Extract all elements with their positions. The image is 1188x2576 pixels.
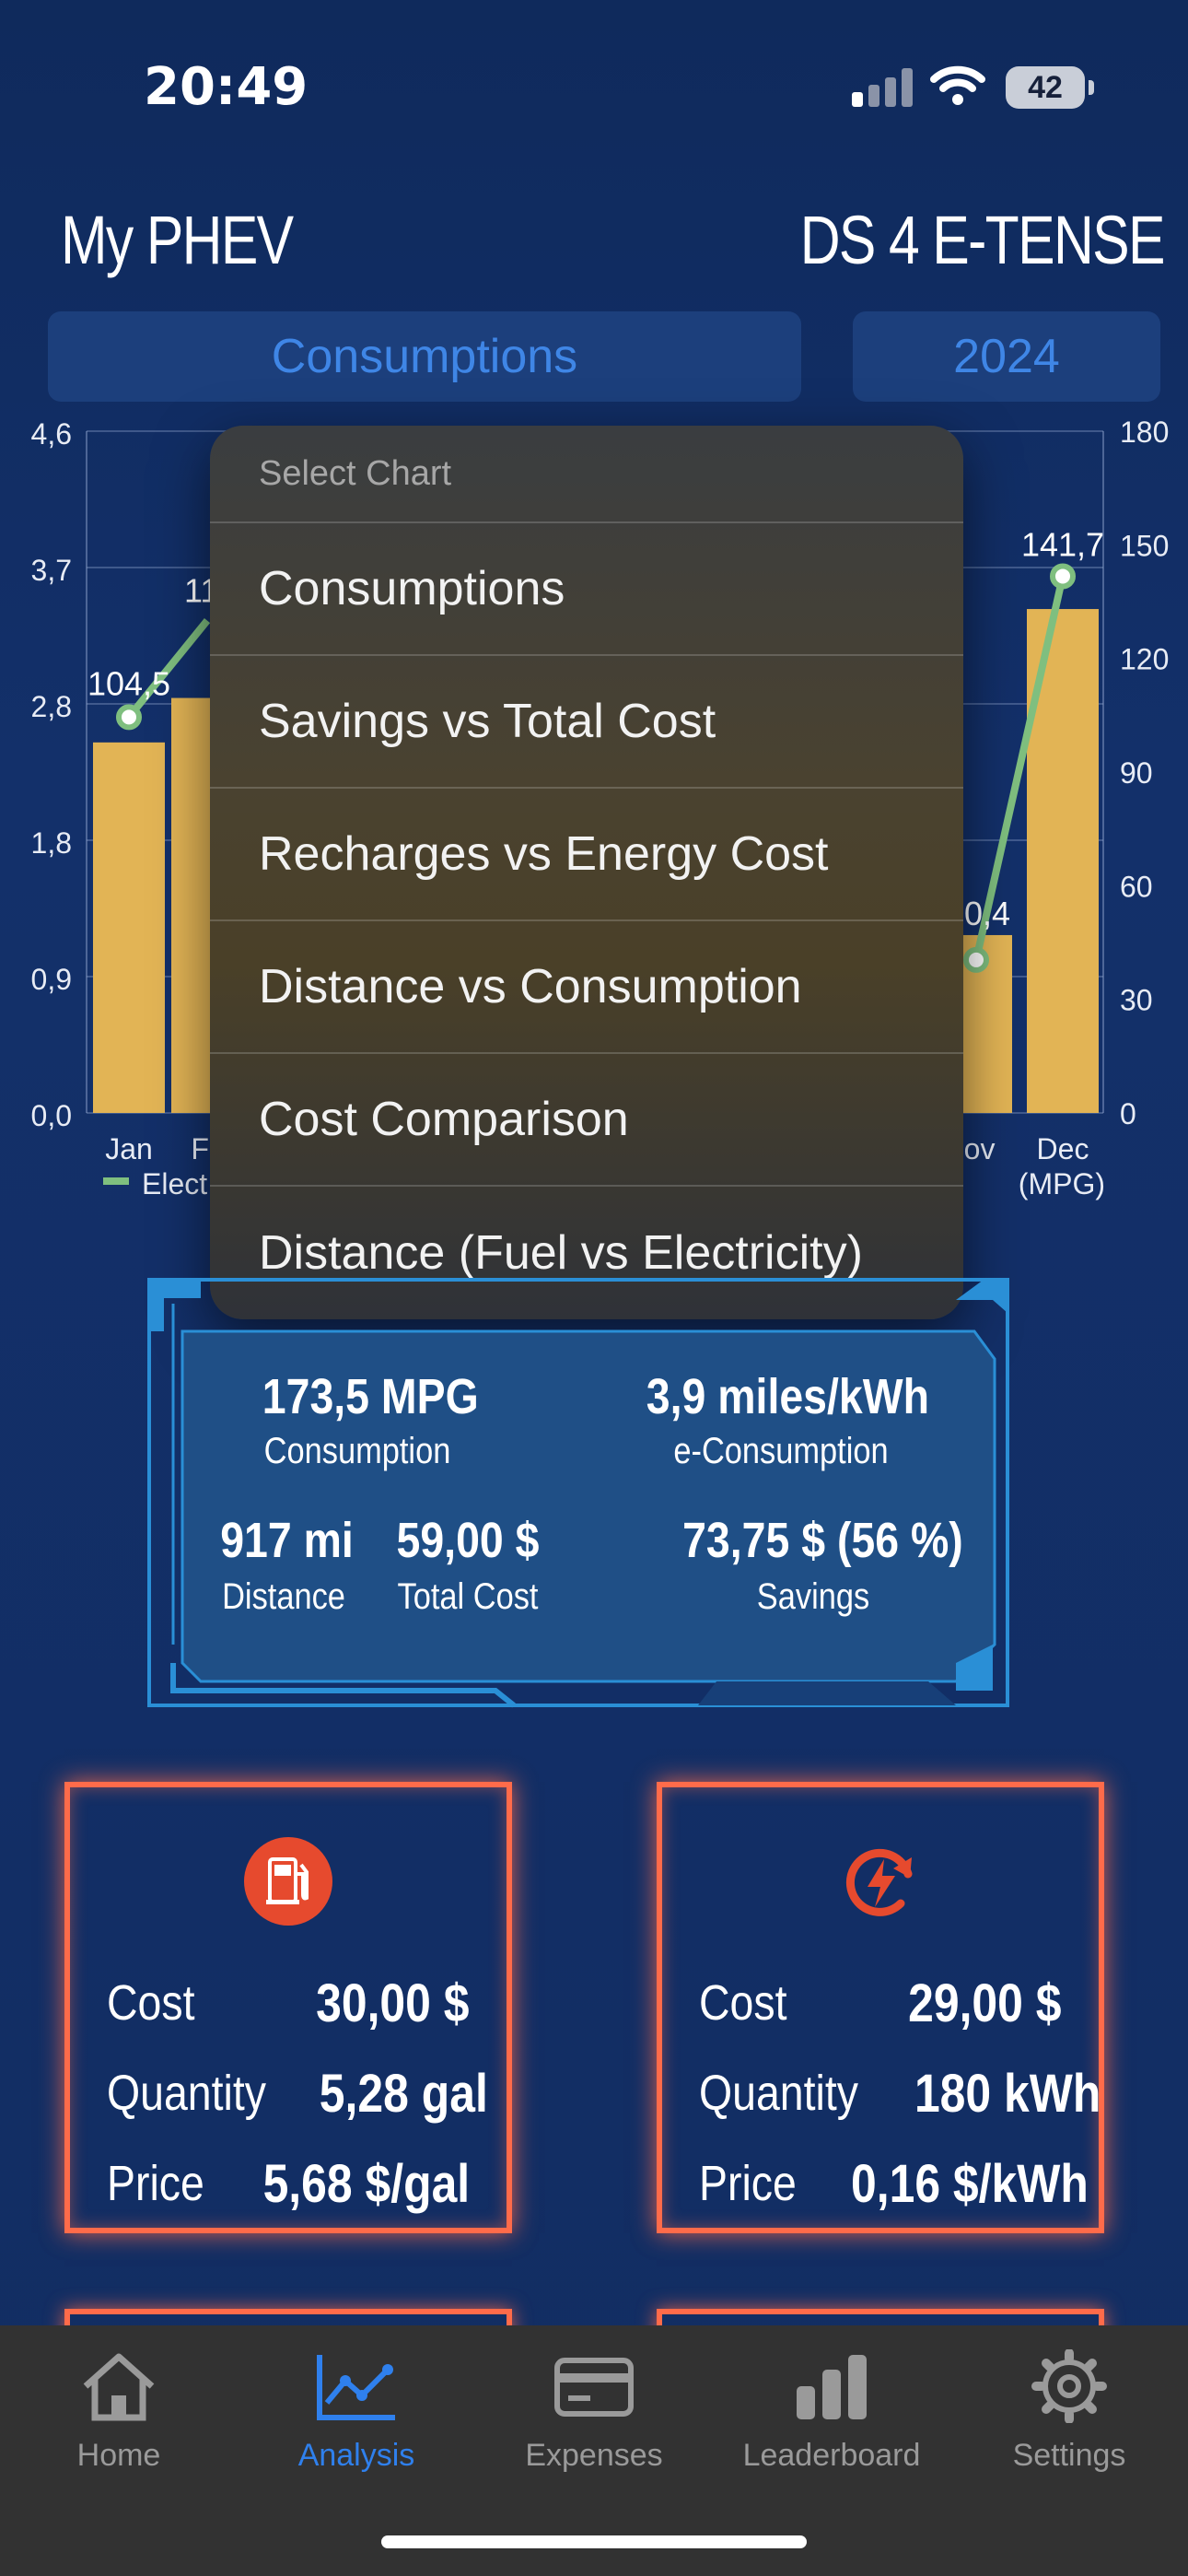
cellular-signal-icon — [852, 66, 913, 107]
electric-price-row: Price 0,16 $/kWh — [699, 2147, 1089, 2220]
menu-item-savings-vs-total-cost[interactable]: Savings vs Total Cost — [210, 656, 963, 789]
fuel-cost-row: Cost 30,00 $ — [107, 1966, 470, 2040]
fuel-cost-value: 30,00 $ — [316, 1973, 470, 2033]
savings-value: 73,75 $ (56 %) — [682, 1513, 963, 1568]
battery-indicator: 42 — [1006, 66, 1094, 109]
legend-entry: (MPG) — [1019, 1167, 1105, 1200]
legend-swatch — [103, 1177, 129, 1185]
distance-value: 917 mi — [220, 1513, 354, 1568]
tab-expenses[interactable]: Expenses — [475, 2349, 713, 2474]
credit-card-icon — [554, 2358, 634, 2417]
chart-point — [116, 704, 142, 731]
electric-quantity-label: Quantity — [699, 2066, 858, 2121]
fuel-cost-label: Cost — [107, 1975, 195, 2031]
summary-panel: 173,5 MPG Consumption 3,9 miles/kWh e-Co… — [146, 1276, 1011, 1709]
econsumption-value: 3,9 miles/kWh — [646, 1369, 929, 1424]
select-chart-menu: Select Chart Consumptions Savings vs Tot… — [210, 426, 963, 1319]
summary-frame — [147, 1278, 1009, 1708]
fuel-quantity-row: Quantity 5,28 gal — [107, 2056, 488, 2130]
right-axis-tick-label: 30 — [1120, 984, 1153, 1017]
electric-cost-value: 29,00 $ — [908, 1973, 1062, 2033]
right-axis-tick-label: 150 — [1120, 529, 1169, 562]
legend-entry: Elect — [142, 1167, 207, 1200]
chart-data-label: 0,4 — [964, 895, 1010, 932]
left-axis-tick-label: 0,0 — [31, 1099, 72, 1132]
total-cost-value: 59,00 $ — [396, 1513, 540, 1568]
fuel-price-value: 5,68 $/gal — [262, 2153, 470, 2214]
house-icon — [83, 2353, 155, 2421]
fuel-price-label: Price — [107, 2156, 204, 2211]
electric-cost-row: Cost 29,00 $ — [699, 1966, 1062, 2040]
fuel-summary-card[interactable]: Cost 30,00 $ Quantity 5,28 gal Price 5,6… — [64, 1782, 512, 2233]
menu-item-distance-vs-consumption[interactable]: Distance vs Consumption — [210, 921, 963, 1054]
menu-item-cost-comparison[interactable]: Cost Comparison — [210, 1054, 963, 1187]
tab-leaderboard-label: Leaderboard — [742, 2438, 921, 2473]
year-selector-button[interactable]: 2024 — [853, 311, 1160, 402]
electric-price-label: Price — [699, 2156, 797, 2211]
right-axis-tick-label: 0 — [1120, 1097, 1136, 1130]
x-axis-tick-label: Jan — [105, 1132, 153, 1165]
total-cost-label: Total Cost — [397, 1576, 539, 1617]
tab-analysis[interactable]: Analysis — [238, 2349, 475, 2474]
page-title: My PHEV — [61, 202, 294, 278]
tab-analysis-label: Analysis — [297, 2438, 415, 2473]
fuel-price-row: Price 5,68 $/gal — [107, 2147, 470, 2220]
tab-expenses-label: Expenses — [525, 2438, 663, 2473]
electric-price-value: 0,16 $/kWh — [851, 2153, 1089, 2214]
consumption-label: Consumption — [263, 1431, 451, 1471]
fuel-quantity-value: 5,28 gal — [319, 2063, 488, 2124]
chart-data-label: 104,5 — [87, 664, 170, 702]
home-indicator — [381, 2535, 807, 2548]
tab-home[interactable]: Home — [0, 2349, 238, 2474]
right-axis-tick-label: 120 — [1120, 643, 1169, 676]
distance-label: Distance — [222, 1576, 345, 1617]
chart-point — [963, 946, 989, 973]
menu-item-recharges-vs-energy-cost[interactable]: Recharges vs Energy Cost — [210, 789, 963, 921]
savings-label: Savings — [756, 1576, 870, 1617]
right-axis-tick-label: 60 — [1120, 870, 1153, 903]
x-axis-tick-label: Dec — [1037, 1132, 1089, 1165]
tab-settings-label: Settings — [1012, 2438, 1126, 2473]
menu-header: Select Chart — [210, 426, 963, 523]
chart-bar — [93, 742, 165, 1113]
fuel-pump-icon — [244, 1837, 332, 1926]
electric-summary-card[interactable]: Cost 29,00 $ Quantity 180 kWh Price 0,16… — [657, 1782, 1104, 2233]
charging-bolt-icon — [845, 1848, 913, 1916]
econsumption-label: e-Consumption — [673, 1431, 889, 1471]
chart-data-label: 141,7 — [1021, 525, 1104, 563]
left-axis-tick-label: 2,8 — [31, 690, 72, 723]
right-axis-tick-label: 180 — [1120, 416, 1169, 449]
fuel-quantity-label: Quantity — [107, 2066, 266, 2121]
tab-settings[interactable]: Settings — [950, 2349, 1188, 2474]
right-axis-tick-label: 90 — [1120, 756, 1153, 790]
vehicle-name: DS 4 E-TENSE — [799, 202, 1166, 278]
left-axis-tick-label: 0,9 — [31, 963, 72, 996]
electric-quantity-row: Quantity 180 kWh — [699, 2056, 1101, 2130]
gear-icon — [1031, 2349, 1107, 2423]
status-time: 20:49 — [144, 57, 309, 117]
electric-cost-label: Cost — [699, 1975, 787, 2031]
tab-home-label: Home — [76, 2438, 161, 2473]
left-axis-tick-label: 4,6 — [31, 417, 72, 451]
left-axis-tick-label: 1,8 — [31, 826, 72, 860]
wifi-icon — [930, 65, 985, 105]
chart-line-icon — [317, 2355, 395, 2420]
status-bar: 20:49 42 — [0, 0, 1188, 175]
menu-item-consumptions[interactable]: Consumptions — [210, 523, 963, 656]
electric-quantity-value: 180 kWh — [914, 2063, 1101, 2124]
tab-leaderboard[interactable]: Leaderboard — [713, 2349, 950, 2474]
chart-point — [1050, 563, 1076, 590]
consumption-value: 173,5 MPG — [262, 1369, 479, 1424]
left-axis-tick-label: 3,7 — [31, 554, 72, 587]
bar-chart-icon — [797, 2355, 867, 2419]
chart-selector-button[interactable]: Consumptions — [48, 311, 801, 402]
